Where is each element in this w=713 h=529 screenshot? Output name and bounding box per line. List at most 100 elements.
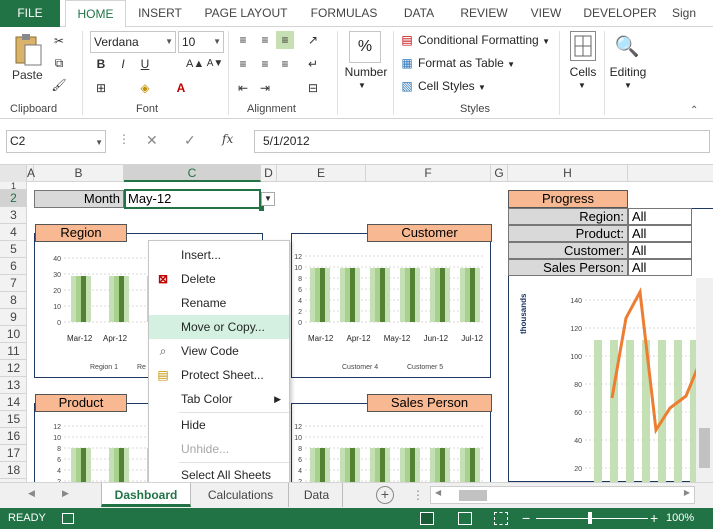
scroll-left-icon[interactable]: ◀ <box>28 488 35 499</box>
menu-item-rename[interactable]: Rename <box>149 291 289 315</box>
scroll-right-icon[interactable]: ▶ <box>62 488 69 499</box>
cell-styles-button[interactable]: Cell Styles ▼ <box>418 79 486 93</box>
row-header[interactable]: 18 <box>0 462 27 479</box>
name-box[interactable]: C2 ▼ <box>6 130 106 153</box>
column-header-h[interactable]: H <box>508 165 628 182</box>
chevron-down-icon[interactable]: ▼ <box>624 81 632 90</box>
macro-record-icon[interactable] <box>62 513 74 524</box>
align-center-icon[interactable]: ≡ <box>256 55 274 73</box>
filter-region-value[interactable]: All <box>628 208 692 225</box>
row-header[interactable]: 5 <box>0 241 27 258</box>
sheet-tab-calculations[interactable]: Calculations <box>193 483 289 507</box>
scrollbar-thumb[interactable] <box>699 428 710 468</box>
copy-icon[interactable]: ⧉ <box>50 54 68 72</box>
cells-button[interactable]: Cells <box>566 65 600 79</box>
page-break-view-icon[interactable] <box>494 512 508 525</box>
row-header[interactable]: 16 <box>0 428 27 445</box>
underline-button[interactable]: U <box>136 55 154 73</box>
row-header[interactable]: 12 <box>0 360 27 377</box>
filter-product-value[interactable]: All <box>628 225 692 242</box>
horizontal-scrollbar[interactable]: ◀ ▶ <box>430 486 695 504</box>
filter-sales-person-value[interactable]: All <box>628 259 692 276</box>
percent-icon[interactable]: % <box>349 31 381 63</box>
worksheet-grid[interactable]: Month May-12 ▼ Region 40 30 20 10 0 Mar-12 A… <box>27 182 713 482</box>
tab-review[interactable]: REVIEW <box>454 0 514 27</box>
row-header[interactable]: 15 <box>0 411 27 428</box>
font-size-select[interactable]: 10 ▼ <box>178 31 224 53</box>
zoom-level[interactable]: 100% <box>666 508 694 529</box>
page-layout-view-icon[interactable] <box>458 512 472 525</box>
editing-button[interactable]: Editing <box>606 65 650 79</box>
row-header[interactable]: 13 <box>0 377 27 394</box>
row-header[interactable]: 17 <box>0 445 27 462</box>
tab-insert[interactable]: INSERT <box>132 0 188 27</box>
column-header-d[interactable]: D <box>261 165 277 182</box>
column-header-a[interactable]: A <box>27 165 35 182</box>
align-left-icon[interactable]: ≡ <box>234 55 252 73</box>
grow-font-icon[interactable]: A▲ <box>186 55 204 73</box>
tab-formulas[interactable]: FORMULAS <box>304 0 384 27</box>
tab-file[interactable]: FILE <box>0 0 60 27</box>
font-color-icon[interactable]: A <box>172 79 190 97</box>
cell-styles-icon[interactable]: ▧ <box>398 77 416 95</box>
number-format-button[interactable]: Number <box>342 65 390 79</box>
zoom-out-icon[interactable]: − <box>522 508 530 529</box>
paste-label[interactable]: Paste <box>12 68 44 82</box>
month-dropdown-button[interactable]: ▼ <box>261 192 275 206</box>
collapse-ribbon-icon[interactable]: ⌃ <box>690 105 698 116</box>
menu-item-tab-color[interactable]: Tab Color ▶ <box>149 387 289 411</box>
tab-developer[interactable]: DEVELOPER <box>578 0 662 27</box>
tab-page-layout[interactable]: PAGE LAYOUT <box>198 0 294 27</box>
align-top-icon[interactable]: ≡ <box>234 31 252 49</box>
format-table-icon[interactable]: ▦ <box>398 54 416 72</box>
decrease-indent-icon[interactable]: ⇤ <box>234 79 252 97</box>
tab-data[interactable]: DATA <box>394 0 444 27</box>
paste-icon[interactable] <box>12 33 42 67</box>
sheet-tab-dashboard[interactable]: Dashboard <box>101 483 191 507</box>
chevron-down-icon[interactable]: ▼ <box>358 81 366 90</box>
menu-item-view-code[interactable]: ⌕ View Code <box>149 339 289 363</box>
row-header[interactable]: 14 <box>0 394 27 411</box>
column-header-b[interactable]: B <box>34 165 124 182</box>
scroll-right-icon[interactable]: ▶ <box>684 488 690 497</box>
fill-color-icon[interactable]: ◈ <box>136 79 154 97</box>
column-header-e[interactable]: E <box>277 165 366 182</box>
column-header-f[interactable]: F <box>366 165 491 182</box>
formula-input[interactable]: 5/1/2012 <box>254 130 710 153</box>
normal-view-icon[interactable] <box>420 512 434 525</box>
italic-button[interactable]: I <box>114 55 132 73</box>
menu-item-insert[interactable]: Insert... <box>149 243 289 267</box>
row-header[interactable]: 3 <box>0 207 27 224</box>
wrap-text-icon[interactable]: ↵ <box>304 55 322 73</box>
align-right-icon[interactable]: ≡ <box>276 55 294 73</box>
tab-home[interactable]: HOME <box>65 0 126 28</box>
sheet-tab-data[interactable]: Data <box>291 483 343 507</box>
add-sheet-button[interactable]: + <box>376 486 394 504</box>
borders-icon[interactable]: ⊞ <box>92 79 110 97</box>
format-painter-icon[interactable]: 🖌 <box>50 76 68 94</box>
row-header[interactable]: 11 <box>0 343 27 360</box>
align-middle-icon[interactable]: ≡ <box>256 31 274 49</box>
bold-button[interactable]: B <box>92 55 110 73</box>
menu-item-move-or-copy[interactable]: Move or Copy... <box>149 315 289 339</box>
shrink-font-icon[interactable]: A▼ <box>206 55 224 73</box>
menu-item-delete[interactable]: ⊠ Delete <box>149 267 289 291</box>
align-bottom-icon[interactable]: ≡ <box>276 31 294 49</box>
row-header[interactable]: 10 <box>0 326 27 343</box>
zoom-in-icon[interactable]: + <box>650 508 658 529</box>
tab-sign-in[interactable]: Sign <box>672 0 713 27</box>
conditional-formatting-icon[interactable]: ▤ <box>398 31 416 49</box>
select-all-corner[interactable] <box>0 165 27 182</box>
scrollbar-thumb[interactable] <box>459 490 487 501</box>
orientation-icon[interactable]: ↗ <box>304 31 322 49</box>
scroll-left-icon[interactable]: ◀ <box>435 488 441 497</box>
cut-icon[interactable]: ✂ <box>50 32 68 50</box>
column-header-c[interactable]: C <box>124 165 261 182</box>
menu-item-protect-sheet[interactable]: ▤ Protect Sheet... <box>149 363 289 387</box>
row-header[interactable]: 7 <box>0 275 27 292</box>
fill-handle[interactable] <box>259 206 264 211</box>
enter-icon[interactable]: ✓ <box>184 132 196 149</box>
column-header-i[interactable] <box>628 165 713 182</box>
row-header[interactable]: 4 <box>0 224 27 241</box>
binoculars-icon[interactable]: 🔍 <box>614 33 640 61</box>
